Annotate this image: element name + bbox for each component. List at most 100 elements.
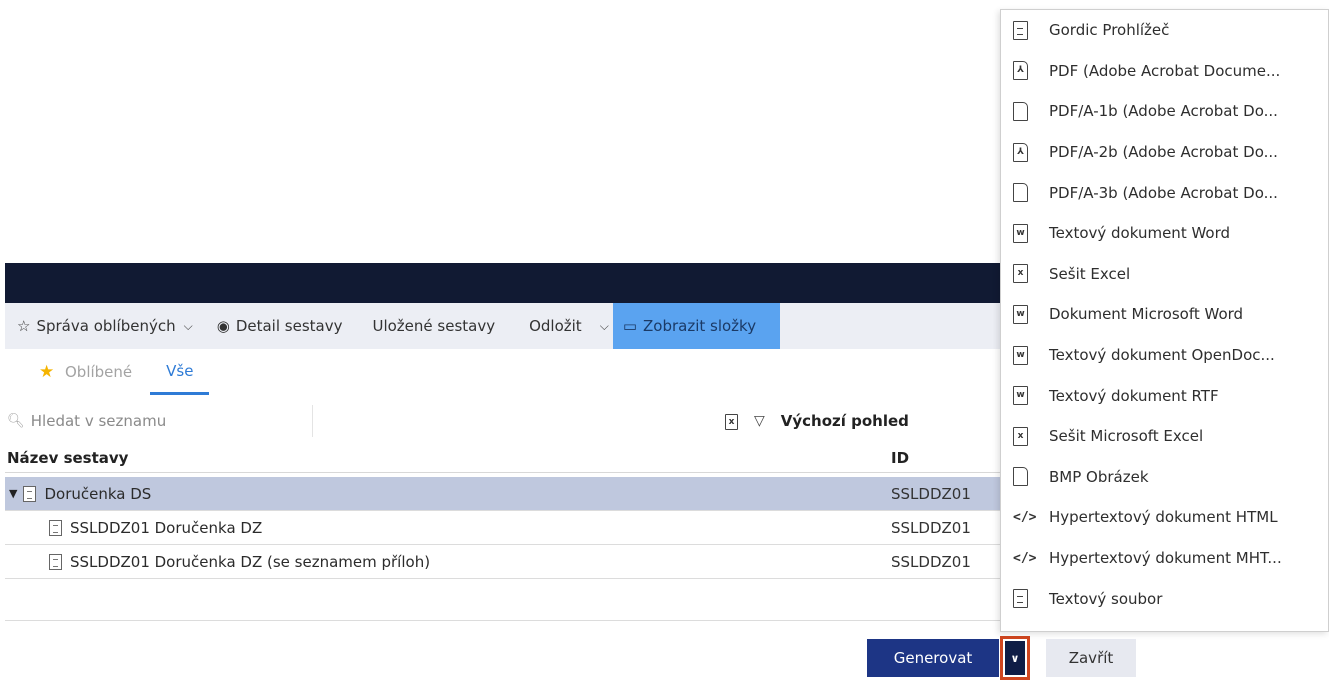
- menu-item-label: Textový soubor: [1049, 589, 1163, 608]
- eye-icon: ◉: [216, 317, 230, 335]
- word-icon: w: [1013, 345, 1028, 365]
- saved-reports-label: Uložené sestavy: [372, 317, 496, 335]
- report-icon: [49, 519, 62, 536]
- divider: [5, 620, 1000, 621]
- code-icon: </>: [1013, 509, 1037, 525]
- excel-icon: x: [1013, 426, 1028, 446]
- menu-item-label: Dokument Microsoft Word: [1049, 305, 1244, 324]
- tab-all[interactable]: Vše: [150, 349, 210, 395]
- menu-item-bmp[interactable]: BMP Obrázek: [1001, 457, 1328, 498]
- excel-export-icon[interactable]: x: [725, 412, 738, 431]
- document-lines-icon: [1013, 589, 1028, 609]
- generate-format-dropdown[interactable]: ∨: [1000, 636, 1030, 680]
- menu-item-gordic-viewer[interactable]: Gordic Prohlížeč: [1001, 10, 1328, 51]
- report-dialog: ☆ Správa oblíbených ⌵ ◉ Detail sestavy U…: [5, 263, 1144, 680]
- menu-item-label: Gordic Prohlížeč: [1049, 21, 1170, 40]
- file-icon: [1013, 101, 1028, 121]
- star-outline-icon: ☆: [17, 317, 31, 335]
- menu-item-label: Textový dokument RTF: [1049, 386, 1219, 405]
- show-folders-label: Zobrazit složky: [643, 317, 757, 335]
- word-icon: w: [1013, 304, 1028, 324]
- postpone-button[interactable]: Odložit ⌵: [505, 303, 619, 349]
- menu-item-ms-word[interactable]: w Dokument Microsoft Word: [1001, 294, 1328, 335]
- row-id-cell: SSLDDZ01: [891, 552, 971, 571]
- export-format-menu: Gordic Prohlížeč ⅄ PDF (Adobe Acrobat Do…: [1000, 9, 1329, 632]
- menu-item-label: PDF/A-3b (Adobe Acrobat Do...: [1049, 183, 1278, 202]
- menu-item-label: BMP Obrázek: [1049, 467, 1149, 486]
- report-detail-button[interactable]: ◉ Detail sestavy: [203, 303, 353, 349]
- word-icon: w: [1013, 223, 1028, 243]
- word-icon: w: [1013, 386, 1028, 406]
- tab-favorites[interactable]: ★ Oblíbené: [5, 349, 150, 395]
- menu-item-rtf[interactable]: w Textový dokument RTF: [1001, 375, 1328, 416]
- screen: ☆ Správa oblíbených ⌵ ◉ Detail sestavy U…: [0, 0, 1329, 680]
- menu-item-pdfa-3b[interactable]: PDF/A-3b (Adobe Acrobat Do...: [1001, 172, 1328, 213]
- menu-item-label: Textový dokument Word: [1049, 224, 1231, 243]
- favorites-manage-button[interactable]: ☆ Správa oblíbených ⌵: [5, 303, 203, 349]
- table-row[interactable]: SSLDDZ01 Doručenka DZ SSLDDZ01: [5, 511, 1000, 545]
- chevron-down-icon: ⌵: [183, 318, 193, 333]
- table-row[interactable]: SSLDDZ01 Doručenka DZ (se seznamem přílo…: [5, 545, 1000, 579]
- report-icon: [23, 485, 37, 502]
- star-filled-icon: ★: [39, 362, 55, 382]
- row-name-text: Doručenka DS: [44, 484, 152, 503]
- menu-item-pdf[interactable]: ⅄ PDF (Adobe Acrobat Docume...: [1001, 51, 1328, 92]
- search-input[interactable]: 🔍︎ Hledat v seznamu: [5, 405, 313, 437]
- favorites-manage-label: Správa oblíbených: [36, 317, 176, 335]
- list-tools: x ▽ Výchozí pohled: [725, 405, 909, 437]
- excel-icon: x: [1013, 264, 1028, 284]
- dialog-footer: Generovat ∨ Zavřít: [867, 636, 1136, 680]
- menu-item-ms-excel[interactable]: x Sešit Microsoft Excel: [1001, 416, 1328, 457]
- show-folders-button[interactable]: ▭ Zobrazit složky: [612, 303, 781, 349]
- row-name-cell: ▼ Doručenka DS: [5, 485, 891, 503]
- file-icon: [1013, 183, 1028, 203]
- menu-item-label: PDF/A-1b (Adobe Acrobat Do...: [1049, 102, 1278, 121]
- search-row: 🔍︎ Hledat v seznamu x ▽ Výchozí pohled: [5, 405, 1000, 437]
- search-placeholder: Hledat v seznamu: [30, 412, 167, 430]
- menu-item-label: Textový dokument OpenDoc...: [1049, 346, 1275, 365]
- row-name-text: SSLDDZ01 Doručenka DZ (se seznamem přílo…: [70, 552, 431, 571]
- menu-item-label: PDF/A-2b (Adobe Acrobat Do...: [1049, 143, 1278, 162]
- menu-item-html[interactable]: </> Hypertextový dokument HTML: [1001, 497, 1328, 538]
- column-header-id[interactable]: ID: [891, 449, 909, 467]
- chevron-down-icon: ∨: [1005, 641, 1025, 675]
- menu-item-label: Hypertextový dokument MHT...: [1049, 549, 1282, 568]
- menu-item-label: Sešit Microsoft Excel: [1049, 427, 1204, 446]
- table-header: Název sestavy ID: [5, 443, 1000, 473]
- close-button[interactable]: Zavřít: [1046, 639, 1136, 677]
- chevron-down-icon: ⌵: [599, 318, 609, 333]
- menu-item-pdfa-2b[interactable]: ⅄ PDF/A-2b (Adobe Acrobat Do...: [1001, 132, 1328, 173]
- expand-triangle-icon[interactable]: ▼: [9, 487, 17, 500]
- default-view-selector[interactable]: Výchozí pohled: [781, 412, 909, 430]
- menu-item-word-text[interactable]: w Textový dokument Word: [1001, 213, 1328, 254]
- filter-icon[interactable]: ▽: [754, 413, 765, 429]
- menu-item-opendoc[interactable]: w Textový dokument OpenDoc...: [1001, 335, 1328, 376]
- menu-item-label: PDF (Adobe Acrobat Docume...: [1049, 61, 1281, 80]
- code-icon: </>: [1013, 550, 1037, 566]
- menu-item-excel-sheet[interactable]: x Sešit Excel: [1001, 254, 1328, 295]
- row-name-cell: SSLDDZ01 Doručenka DZ: [5, 519, 891, 537]
- menu-item-mht[interactable]: </> Hypertextový dokument MHT...: [1001, 538, 1328, 579]
- menu-item-label: Sešit Excel: [1049, 264, 1131, 283]
- table-row[interactable]: ▼ Doručenka DS SSLDDZ01: [5, 477, 1000, 511]
- tab-favorites-label: Oblíbené: [65, 363, 133, 381]
- report-detail-label: Detail sestavy: [235, 317, 343, 335]
- toolbar: ☆ Správa oblíbených ⌵ ◉ Detail sestavy U…: [5, 303, 1144, 349]
- report-icon: [49, 553, 62, 570]
- document-lines-icon: [1013, 20, 1028, 40]
- generate-button[interactable]: Generovat: [867, 639, 999, 677]
- menu-item-text-file[interactable]: Textový soubor: [1001, 578, 1328, 619]
- search-icon: 🔍︎: [7, 413, 25, 429]
- row-id-cell: SSLDDZ01: [891, 484, 971, 503]
- menu-item-label: Hypertextový dokument HTML: [1049, 508, 1278, 527]
- menu-item-pdfa-1b[interactable]: PDF/A-1b (Adobe Acrobat Do...: [1001, 91, 1328, 132]
- saved-reports-button[interactable]: Uložené sestavy: [352, 303, 505, 349]
- dialog-titlebar: [5, 263, 1144, 303]
- column-header-name[interactable]: Název sestavy: [5, 449, 891, 467]
- pdf-icon: ⅄: [1013, 61, 1028, 81]
- postpone-label: Odložit: [529, 317, 582, 335]
- row-name-cell: SSLDDZ01 Doručenka DZ (se seznamem přílo…: [5, 553, 891, 571]
- row-id-cell: SSLDDZ01: [891, 518, 971, 537]
- tab-bar: ★ Oblíbené Vše: [5, 349, 210, 395]
- file-icon: [1013, 467, 1028, 487]
